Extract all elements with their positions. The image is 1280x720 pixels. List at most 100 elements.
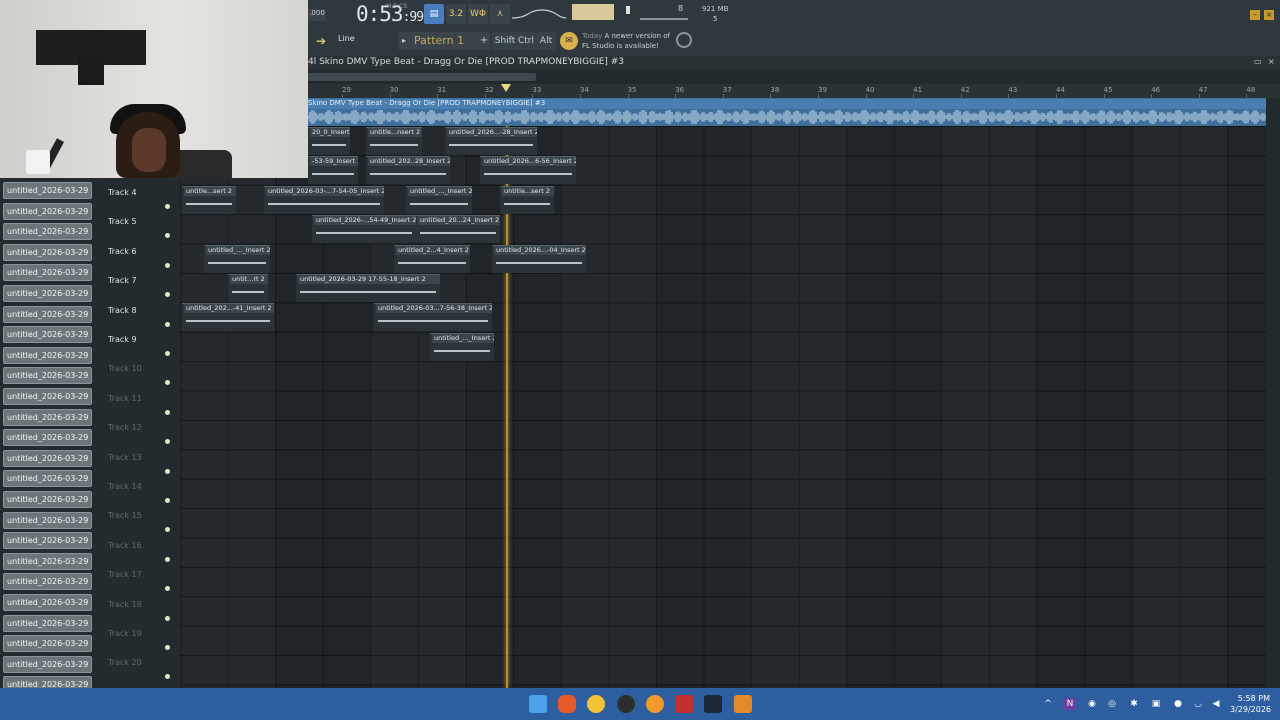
track-mute-led[interactable]	[165, 321, 170, 327]
pattern-button[interactable]: untitled_2026-03-29 17-	[3, 326, 92, 344]
tray-app-icon[interactable]: ◉	[1086, 698, 1098, 710]
brave-browser-icon[interactable]	[558, 695, 576, 713]
gear-icon[interactable]	[676, 32, 692, 48]
track-label[interactable]: Track 6	[108, 247, 137, 256]
onenote-tray-icon[interactable]: N	[1064, 698, 1076, 710]
scrollbar-thumb[interactable]	[308, 73, 536, 81]
track-mute-led[interactable]	[165, 556, 170, 562]
fl-studio-icon[interactable]	[734, 695, 752, 713]
pattern-button[interactable]: untitled_2026-03-29 17-	[3, 655, 92, 673]
news-icon[interactable]: ✉	[560, 32, 578, 50]
track-mute-led[interactable]	[165, 468, 170, 474]
metronome-icon[interactable]: ⋏	[490, 4, 510, 24]
audio-clip[interactable]: untitled_20...24_Insert 2	[416, 215, 500, 244]
audio-clip[interactable]: untitled_2026...6-56_Insert 2	[480, 156, 576, 185]
pattern-button[interactable]: untitled_2026-03-29 17-	[3, 408, 92, 426]
minimize-icon[interactable]: –	[1250, 10, 1260, 20]
pattern-button[interactable]: untitled_2026-03-29 17-	[3, 635, 92, 653]
audio-clip[interactable]: untitled_2026-03-...7-54-05_Insert 2	[264, 185, 384, 214]
audio-clip[interactable]: untitle...sert 2	[182, 185, 236, 214]
track-label[interactable]: Track 19	[108, 629, 142, 638]
master-pitch-indicator[interactable]	[626, 6, 630, 14]
pattern-button[interactable]: untitled_2026-03-29 17-	[3, 594, 92, 611]
playhead-marker-icon[interactable]	[501, 84, 511, 92]
audio-clip[interactable]: untitle...nsert 2	[366, 127, 422, 155]
close-icon[interactable]: ×	[1264, 10, 1274, 20]
track-mute-led[interactable]	[165, 527, 170, 533]
audio-clip[interactable]: untitled_2...4_Insert 2	[394, 244, 470, 273]
audio-clip[interactable]: untit...rt 2	[228, 274, 268, 302]
pattern-button[interactable]: untitled_2026-03-29 17-	[3, 470, 92, 488]
pattern-button[interactable]: untitled_2026-03-29 17-	[3, 346, 92, 364]
audio-clip[interactable]: untitled_202..28_Insert 2	[366, 156, 450, 185]
track-mute-led[interactable]	[165, 233, 170, 239]
track-mute-led[interactable]	[165, 380, 170, 386]
track-label[interactable]: Track 5	[108, 217, 137, 226]
obs-icon[interactable]	[617, 695, 635, 713]
track-label[interactable]: Track 18	[108, 600, 142, 609]
audio-clip[interactable]: untitled_2026...-04_Insert 2	[492, 244, 586, 273]
track-mute-led[interactable]	[165, 439, 170, 445]
track-mute-led[interactable]	[165, 262, 170, 268]
tray-icon-misc[interactable]: ▣	[1150, 698, 1162, 710]
snap-arrow-icon[interactable]: ➔	[316, 34, 326, 48]
pattern-button[interactable]: untitled_2026-03-29 17-	[3, 182, 92, 199]
volume-icon[interactable]: ◀	[1210, 698, 1222, 710]
track-mute-led[interactable]	[165, 674, 170, 680]
system-clock[interactable]: 5:58 PM 3/29/2026	[1230, 693, 1271, 715]
track-label[interactable]: Track 20	[108, 658, 142, 667]
playlist-close-icon[interactable]: ×	[1268, 57, 1275, 66]
track-label[interactable]: Track 7	[108, 276, 137, 285]
steam-tray-icon[interactable]: ◎	[1106, 698, 1118, 710]
audio-clip[interactable]: untitle...sert 2	[500, 185, 554, 214]
track-label[interactable]: Track 9	[108, 335, 137, 344]
vertical-scrollbar[interactable]	[1266, 98, 1280, 688]
track-mute-led[interactable]	[165, 615, 170, 621]
pattern-button[interactable]: untitled_2026-03-29 17-	[3, 305, 92, 323]
pattern-selector[interactable]: ▸ Pattern 1 +	[398, 32, 490, 50]
alt-button[interactable]: Alt	[536, 32, 556, 50]
track-mute-led[interactable]	[165, 586, 170, 592]
app-icon-orange[interactable]	[646, 695, 664, 713]
track-mute-led[interactable]	[165, 351, 170, 356]
track-label[interactable]: Track 12	[108, 423, 142, 432]
audio-clip[interactable]: untitled_202...-41_Insert 2	[182, 303, 274, 332]
track-label[interactable]: Track 4	[108, 188, 137, 197]
wait-record-button[interactable]: WΦ	[468, 4, 488, 24]
audio-clip[interactable]: untitled_2026...-28_Insert 2	[445, 127, 537, 155]
wifi-icon[interactable]: ◡	[1192, 698, 1204, 710]
audio-clip[interactable]: 20_0_Insert 2	[308, 127, 350, 155]
pattern-button[interactable]: untitled_2026-03-29 17-	[3, 614, 92, 632]
shift-button[interactable]: Shift	[492, 32, 518, 50]
track-mute-led[interactable]	[165, 292, 170, 298]
news-panel[interactable]: Today A newer version of FL Studio is av…	[582, 31, 670, 51]
pattern-button[interactable]: untitled_2026-03-29 17-	[3, 491, 92, 508]
playlist-grid[interactable]: 20_0_Insert 2 untitle...nsert 2 untitled_2…	[180, 126, 1266, 688]
pattern-button[interactable]: untitled_2026-03-29 17-	[3, 573, 92, 591]
playlist-maximize-icon[interactable]: ▭	[1254, 57, 1262, 66]
pattern-prev-icon[interactable]: ▸	[398, 32, 410, 50]
ctrl-button[interactable]: Ctrl	[516, 32, 536, 50]
audio-clip[interactable]: untitled_..._Insert 2	[430, 332, 494, 361]
pattern-button[interactable]: untitled_2026-03-29 17-	[3, 243, 92, 261]
track-label[interactable]: Track 15	[108, 511, 142, 520]
windows-start-icon[interactable]	[529, 695, 547, 713]
pattern-button[interactable]: untitled_2026-03-29 17-	[3, 202, 92, 220]
track-label[interactable]: Track 11	[108, 394, 142, 403]
track-label[interactable]: Track 8	[108, 306, 137, 315]
horizontal-scrollbar[interactable]	[308, 70, 1280, 84]
voicemod-icon[interactable]	[675, 695, 693, 713]
track-label[interactable]: Track 17	[108, 570, 142, 579]
mic-tray-icon[interactable]: ●	[1172, 698, 1184, 710]
track-label[interactable]: Track 16	[108, 541, 142, 550]
track-mute-led[interactable]	[165, 498, 170, 503]
audio-clip[interactable]: untitled_..._Insert 2	[406, 185, 472, 214]
tempo-display[interactable]: .000	[308, 9, 326, 21]
snap-mode-select[interactable]: Line	[338, 34, 355, 43]
audio-clip[interactable]: untitled_2026-03...7-56-38_Insert 2	[374, 303, 492, 332]
pattern-button[interactable]: untitled_2026-03-29 17-	[3, 532, 92, 550]
pattern-add-icon[interactable]: +	[478, 32, 490, 50]
chrome-icon[interactable]	[587, 695, 605, 713]
track-mute-led[interactable]	[165, 204, 170, 209]
pattern-button[interactable]: untitled_2026-03-29 17-	[3, 552, 92, 570]
